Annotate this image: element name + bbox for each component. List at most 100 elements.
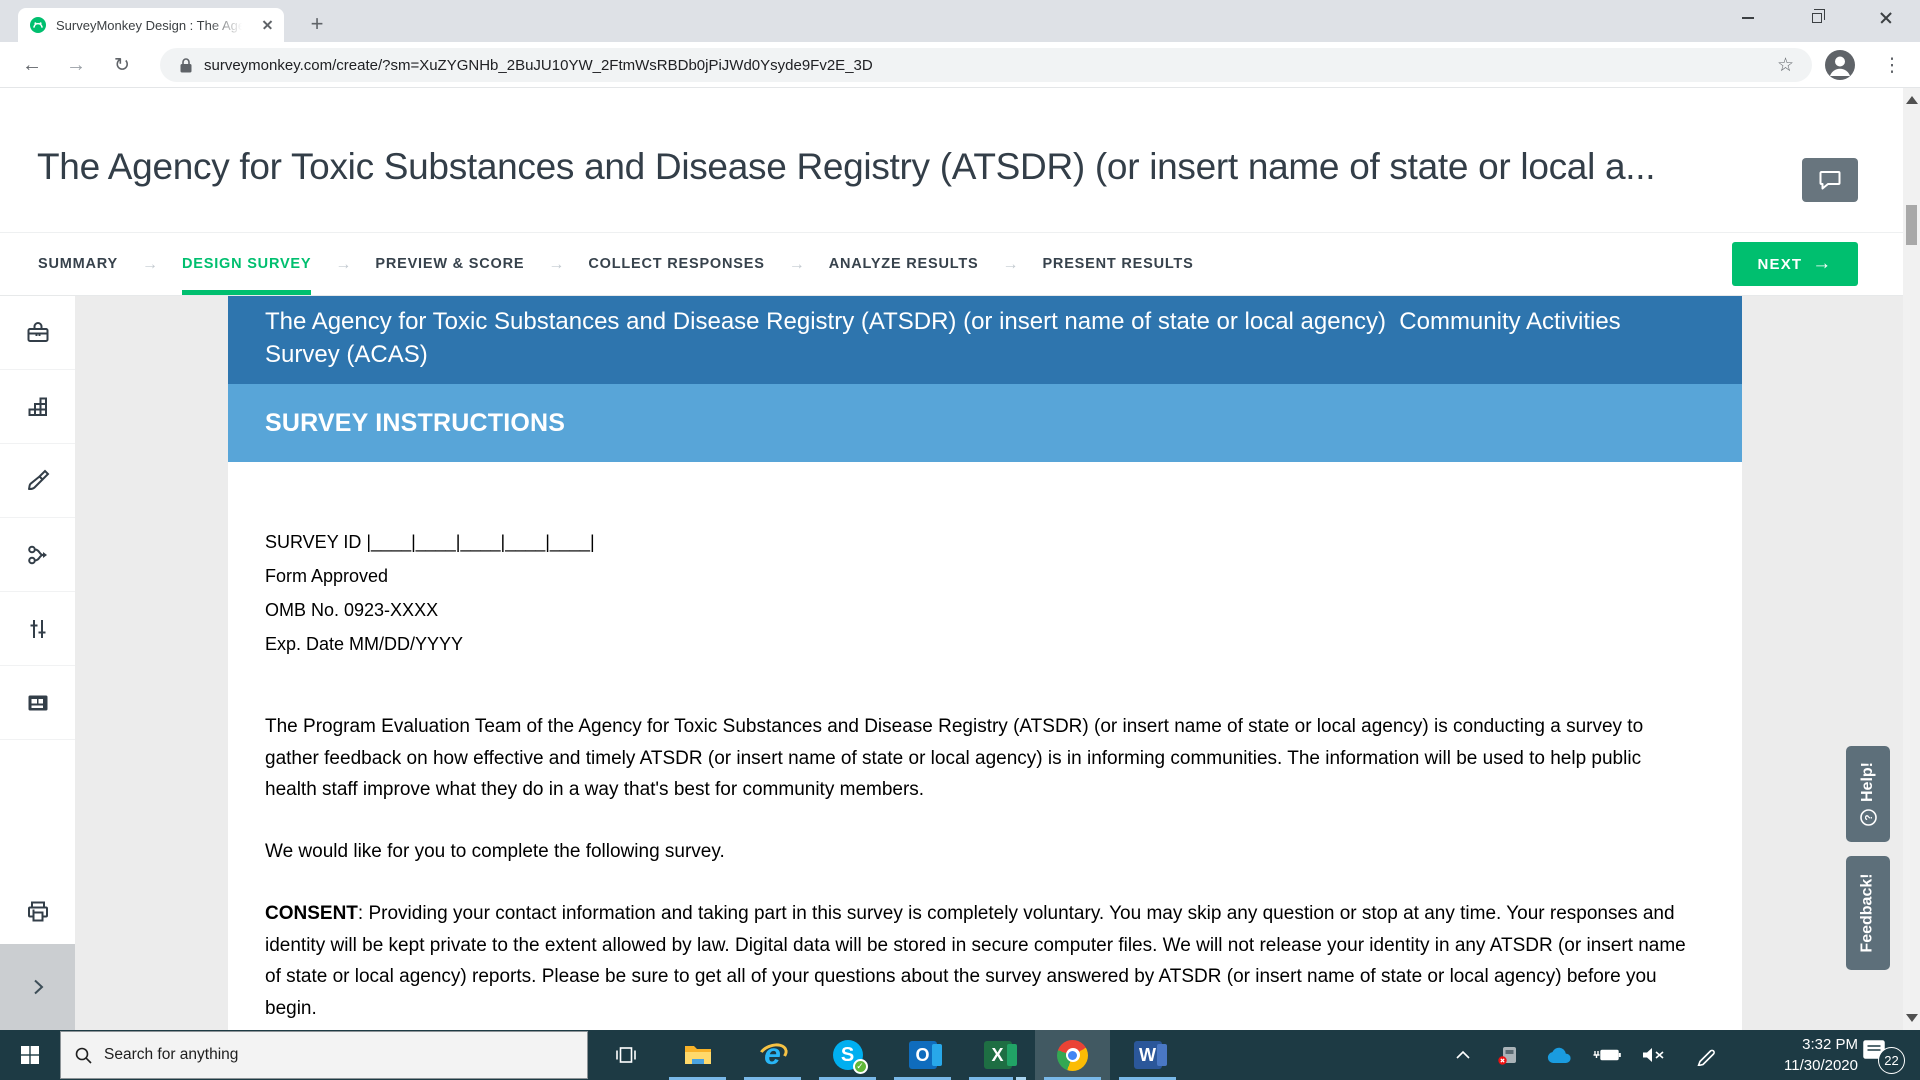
lock-icon (180, 58, 192, 73)
taskbar-app-outlook[interactable]: O (885, 1030, 960, 1080)
close-button[interactable] (1863, 0, 1909, 36)
printer-icon (25, 899, 51, 925)
battery-charging-icon[interactable] (1586, 1030, 1628, 1080)
taskbar-app-internet-explorer[interactable]: e (735, 1030, 810, 1080)
restore-button[interactable] (1794, 0, 1840, 36)
surveymonkey-favicon-icon (30, 17, 46, 33)
tab-preview-score[interactable]: PREVIEW & SCORE (375, 233, 524, 295)
taskbar-clock[interactable]: 3:32 PM 11/30/2020 (1732, 1034, 1858, 1076)
toolbox-button[interactable] (0, 296, 75, 370)
taskbar-app-word[interactable]: W (1110, 1030, 1185, 1080)
chevron-up-icon (1455, 1050, 1471, 1060)
outlook-icon: O (907, 1039, 939, 1071)
design-workspace: The Agency for Toxic Substances and Dise… (0, 296, 1920, 1030)
taskbar-app-skype[interactable]: S ✓ (810, 1030, 885, 1080)
chevron-right-icon (27, 976, 49, 998)
tray-expand-button[interactable] (1446, 1030, 1480, 1080)
page-scrollbar[interactable] (1903, 88, 1920, 1030)
taskbar-app-excel[interactable]: X (960, 1030, 1035, 1080)
feedback-tab-label: Feedback! (1859, 873, 1877, 952)
scroll-up-icon[interactable] (1906, 96, 1918, 104)
profile-avatar[interactable] (1824, 49, 1856, 81)
page-title: The Agency for Toxic Substances and Dise… (37, 146, 1777, 188)
onedrive-icon[interactable] (1538, 1030, 1580, 1080)
internet-explorer-icon: e (757, 1039, 789, 1071)
pen-icon[interactable] (1686, 1030, 1726, 1080)
tab-collect-responses[interactable]: COLLECT RESPONSES (588, 233, 764, 295)
nav-arrow-icon: → (548, 233, 564, 295)
scroll-down-icon[interactable] (1906, 1014, 1918, 1022)
tray-phone-app[interactable] (1490, 1030, 1528, 1080)
svg-text:?: ? (1864, 814, 1875, 820)
workflow-nav: SUMMARY → DESIGN SURVEY → PREVIEW & SCOR… (0, 232, 1920, 296)
survey-body: SURVEY ID |____|____|____|____|____| For… (228, 462, 1742, 1024)
tab-present-results[interactable]: PRESENT RESULTS (1042, 233, 1193, 295)
search-input[interactable] (104, 1046, 544, 1064)
layout-format-icon (25, 690, 51, 716)
file-explorer-icon (682, 1039, 714, 1071)
task-view-icon (614, 1043, 638, 1067)
omb-number-line: OMB No. 0923-XXXX (265, 600, 1697, 621)
consent-paragraph: CONSENT: Providing your contact informat… (265, 898, 1697, 1024)
question-mark-icon: ? (1860, 809, 1877, 826)
minimize-button[interactable] (1725, 0, 1771, 36)
reload-button[interactable]: ↻ (104, 47, 140, 83)
arrow-right-icon: → (1812, 253, 1832, 275)
feedback-tab[interactable]: Feedback! (1846, 856, 1890, 970)
consent-text: : Providing your contact information and… (265, 903, 1686, 1019)
print-button[interactable] (0, 880, 75, 944)
browser-menu-button[interactable]: ⋮ (1874, 47, 1910, 83)
browser-toolbar: ← → ↻ surveymonkey.com/create/?sm=XuZYGN… (0, 42, 1920, 88)
start-button[interactable] (0, 1030, 60, 1080)
survey-title-bar: The Agency for Toxic Substances and Dise… (228, 296, 1742, 384)
format-button[interactable] (0, 666, 75, 740)
logic-button[interactable] (0, 518, 75, 592)
next-button-label: NEXT (1757, 256, 1802, 273)
skype-icon: S ✓ (832, 1039, 864, 1071)
url-text: surveymonkey.com/create/?sm=XuZYGNHb_2Bu… (204, 57, 1777, 74)
clock-date: 11/30/2020 (1732, 1055, 1858, 1076)
chrome-icon (1057, 1039, 1089, 1071)
survey-canvas[interactable]: The Agency for Toxic Substances and Dise… (228, 296, 1742, 1030)
browser-tab[interactable]: SurveyMonkey Design : The Agenc (18, 8, 284, 42)
style-button[interactable] (0, 444, 75, 518)
builder-blocks-icon (25, 394, 51, 420)
tab-analyze-results[interactable]: ANALYZE RESULTS (829, 233, 979, 295)
windows-taskbar: e S ✓ O X (0, 1030, 1920, 1080)
minimize-icon (1742, 17, 1754, 19)
bookmark-star-icon[interactable]: ☆ (1777, 54, 1794, 77)
tab-design-survey[interactable]: DESIGN SURVEY (182, 233, 311, 295)
builder-button[interactable] (0, 370, 75, 444)
notification-center-button[interactable]: 22 (1862, 1038, 1902, 1074)
chat-bubble-icon (1819, 170, 1841, 190)
next-button[interactable]: NEXT → (1732, 242, 1858, 286)
tab-title: SurveyMonkey Design : The Agenc (56, 18, 242, 33)
sidebar-collapse-button[interactable] (0, 944, 75, 1030)
taskbar-app-file-explorer[interactable] (660, 1030, 735, 1080)
survey-page-header: The Agency for Toxic Substances and Dise… (0, 88, 1920, 232)
nav-arrow-icon: → (142, 233, 158, 295)
clock-time: 3:32 PM (1732, 1034, 1858, 1055)
new-tab-button[interactable]: + (302, 9, 332, 39)
taskbar-search[interactable] (60, 1031, 588, 1079)
search-icon (75, 1047, 92, 1064)
back-button[interactable]: ← (14, 47, 50, 83)
nav-arrow-icon: → (1002, 233, 1018, 295)
scrollbar-thumb[interactable] (1906, 205, 1917, 245)
skype-online-badge: ✓ (853, 1059, 868, 1074)
forward-button[interactable]: → (58, 47, 94, 83)
browser-titlebar: SurveyMonkey Design : The Agenc + (0, 0, 1920, 42)
task-view-button[interactable] (598, 1030, 654, 1080)
taskbar-app-chrome-active[interactable] (1035, 1030, 1110, 1080)
nav-arrow-icon: → (789, 233, 805, 295)
options-button[interactable] (0, 592, 75, 666)
help-tab[interactable]: ? Help! (1846, 746, 1890, 842)
tab-summary[interactable]: SUMMARY (38, 233, 118, 295)
form-approved-line: Form Approved (265, 566, 1697, 587)
tab-close-icon[interactable] (260, 17, 276, 33)
volume-muted-icon[interactable] (1632, 1030, 1674, 1080)
comments-button[interactable] (1802, 158, 1858, 202)
nav-arrow-icon: → (335, 233, 351, 295)
address-bar[interactable]: surveymonkey.com/create/?sm=XuZYGNHb_2Bu… (160, 48, 1812, 82)
toolbox-icon (25, 320, 51, 346)
